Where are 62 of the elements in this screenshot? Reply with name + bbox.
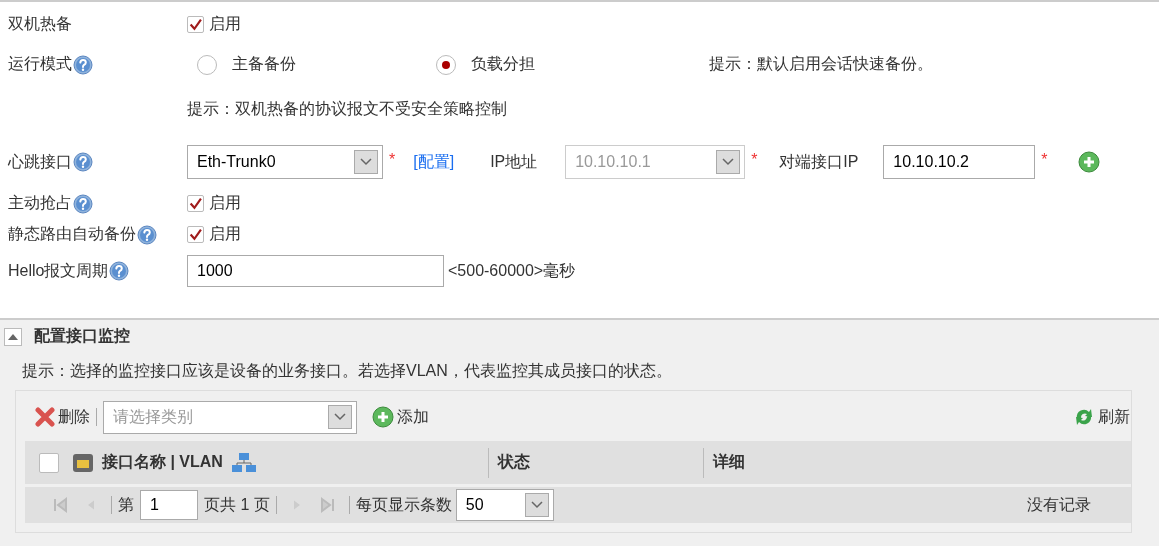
hint-text: 提示：选择的监控接口应该是设备的业务接口。若选择VLAN，代表监控其成员接口的状态。 — [22, 361, 673, 381]
help-icon[interactable] — [137, 224, 157, 245]
hint-text: 提示：双机热备的协议报文不受安全策略控制 — [187, 99, 507, 119]
dropdown-button[interactable] — [328, 405, 352, 429]
radio-label: 负载分担 — [471, 54, 535, 74]
field-label: 主动抢占 — [8, 193, 72, 213]
caret-icon — [530, 501, 543, 509]
hint-text: 提示：默认启用会话快速备份。 — [709, 54, 933, 74]
delete-icon — [35, 407, 55, 427]
help-icon[interactable] — [73, 193, 93, 214]
radio-button[interactable] — [197, 54, 217, 75]
field-label: Hello报文周期 — [8, 260, 109, 281]
empty-text: 没有记录 — [1027, 494, 1091, 515]
refresh-button[interactable]: 刷新 — [1073, 406, 1130, 428]
column-header: 状态 — [498, 452, 530, 472]
field-label: IP地址 — [490, 151, 539, 172]
page-size-select[interactable]: 50 — [455, 489, 554, 521]
field-label: 双机热备 — [8, 14, 72, 34]
field-label: 对端接口IP — [779, 151, 860, 172]
add-button[interactable]: 添加 — [372, 406, 429, 428]
field-label: 静态路由自动备份 — [8, 224, 136, 244]
page-field[interactable]: 1 — [140, 490, 198, 520]
add-icon[interactable] — [1077, 151, 1100, 173]
interface-select[interactable]: Eth-Trunk0 — [187, 145, 383, 179]
peer-ip-field[interactable]: 10.10.10.2 — [883, 145, 1036, 179]
field-label: 心跳接口 — [8, 151, 72, 172]
required-mark: * — [1041, 151, 1048, 169]
page-size-label: 每页显示条数 — [355, 494, 452, 515]
checkbox[interactable] — [187, 16, 204, 33]
checkbox-label: 启用 — [209, 14, 241, 34]
radio-button[interactable] — [436, 54, 456, 75]
collapse-button[interactable] — [4, 327, 22, 346]
required-mark: * — [389, 151, 396, 169]
delete-button[interactable]: 删除 — [35, 406, 90, 428]
dropdown-button[interactable] — [524, 493, 549, 517]
checkbox-label: 启用 — [209, 224, 241, 244]
caret-icon — [360, 158, 372, 166]
column-header: 详细 — [713, 452, 745, 472]
caret-icon — [722, 158, 735, 166]
dropdown-button[interactable] — [354, 150, 378, 174]
required-mark: * — [751, 151, 758, 169]
page-label: 页共 1 页 — [204, 494, 270, 515]
page-label: 第 — [118, 494, 134, 515]
add-icon — [372, 406, 394, 428]
port-icon — [72, 451, 94, 474]
checkbox[interactable] — [187, 195, 204, 212]
triangle-icon — [8, 332, 18, 341]
radio-label: 主备备份 — [232, 54, 296, 74]
caret-icon — [334, 413, 346, 421]
hello-period-field[interactable]: 1000 — [187, 255, 444, 287]
field-label: 运行模式 — [8, 54, 72, 74]
config-link[interactable]: [配置] — [413, 151, 455, 173]
checkbox-label: 启用 — [209, 193, 241, 213]
section-title: 配置接口监控 — [34, 326, 130, 346]
help-icon[interactable] — [73, 54, 93, 75]
help-icon[interactable] — [73, 152, 93, 172]
help-icon[interactable] — [109, 261, 130, 281]
select-all-checkbox[interactable] — [39, 452, 59, 473]
range-text: <500-60000>毫秒 — [448, 260, 576, 281]
column-header: 接口名称 | VLAN — [102, 452, 223, 472]
network-icon — [230, 451, 257, 474]
checkbox[interactable] — [187, 226, 204, 243]
